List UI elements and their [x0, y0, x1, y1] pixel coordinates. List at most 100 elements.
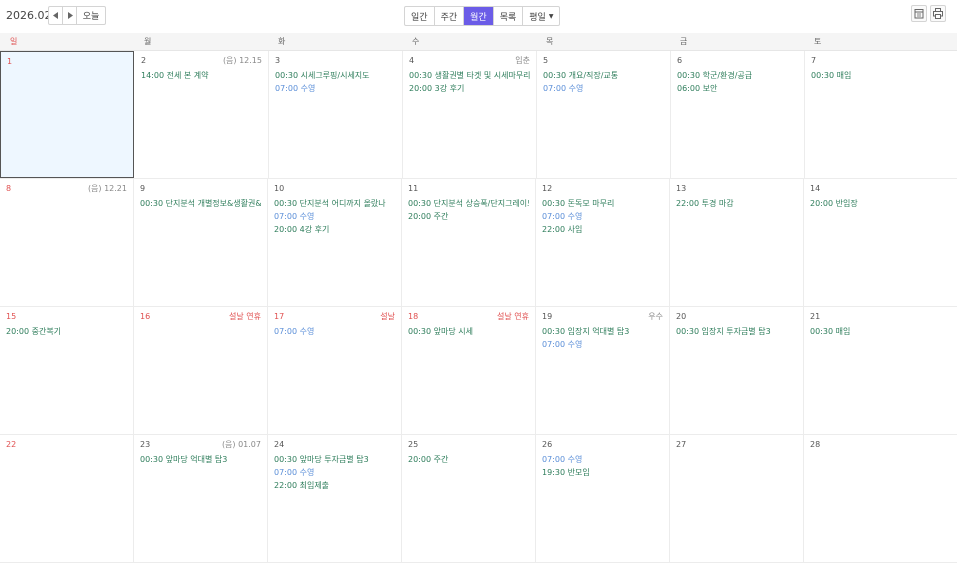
tab-monthly[interactable]: 월간 — [464, 7, 494, 25]
calendar-event[interactable]: 07:00 수영 — [274, 325, 395, 338]
calendar-toolbar: 2026.02 오늘 일간 주간 월간 목록 평일 ▼ — [0, 0, 957, 32]
calendar-event[interactable]: 07:00 수영 — [542, 338, 663, 351]
event-list: 14:00 전세 본 계약 — [141, 69, 262, 82]
calendar-event[interactable]: 06:00 보안 — [677, 82, 798, 95]
day-cell[interactable]: 22 — [0, 435, 134, 562]
day-cell[interactable]: 7 00:30 매임 — [805, 51, 939, 178]
day-header: 20 — [676, 311, 797, 323]
calendar-event[interactable]: 07:00 수영 — [274, 466, 395, 479]
day-cell[interactable]: 8 (음) 12.21 — [0, 179, 134, 306]
calendar-event[interactable]: 00:30 시세그루핑/시세지도 — [275, 69, 396, 82]
day-cell[interactable]: 13 22:00 투경 마감 — [670, 179, 804, 306]
calendar-event[interactable]: 20:00 주간 — [408, 210, 529, 223]
day-cell[interactable]: 20 00:30 임장지 투자금별 탑3 — [670, 307, 804, 434]
calendar-event[interactable]: 20:00 3강 후기 — [409, 82, 530, 95]
calendar-event[interactable]: 00:30 매임 — [811, 69, 933, 82]
calendar-event[interactable]: 00:30 앞마당 투자금별 탑3 — [274, 453, 395, 466]
tab-list[interactable]: 목록 — [494, 7, 524, 25]
calendar-event[interactable]: 20:00 주간 — [408, 453, 529, 466]
day-cell[interactable]: 3 00:30 시세그루핑/시세지도 07:00 수영 — [269, 51, 403, 178]
event-list: 00:30 돈독모 마무리 07:00 수영 22:00 사임 — [542, 197, 663, 236]
calendar-event[interactable]: 07:00 수영 — [542, 210, 663, 223]
calendar-event[interactable]: 07:00 수영 — [542, 453, 663, 466]
day-cell[interactable]: 21 00:30 매임 — [804, 307, 938, 434]
calendar-event[interactable]: 00:30 개요/직장/교통 — [543, 69, 664, 82]
day-cell[interactable]: 2 (음) 12.15 14:00 전세 본 계약 — [135, 51, 269, 178]
day-cell[interactable]: 1 — [0, 51, 134, 178]
event-list: 00:30 단지분석 어디까지 올랐나 07:00 수영 20:00 4강 후기 — [274, 197, 395, 236]
calendar-event[interactable]: 00:30 임장지 투자금별 탑3 — [676, 325, 797, 338]
weekday-thu: 목 — [546, 37, 554, 46]
day-cell[interactable]: 16 설날 연휴 — [134, 307, 268, 434]
calendar-event[interactable]: 22:00 사임 — [542, 223, 663, 236]
day-cell[interactable]: 12 00:30 돈독모 마무리 07:00 수영 22:00 사임 — [536, 179, 670, 306]
day-cell[interactable]: 27 — [670, 435, 804, 562]
calendar-view-button[interactable] — [911, 5, 927, 22]
day-cell[interactable]: 14 20:00 반임장 — [804, 179, 938, 306]
day-number: 19 — [542, 312, 553, 321]
calendar-event[interactable]: 22:00 최임제출 — [274, 479, 395, 492]
caret-left-icon — [52, 12, 58, 19]
day-cell[interactable]: 23 (음) 01.07 00:30 앞마당 억대별 탑3 — [134, 435, 268, 562]
calendar-event[interactable]: 00:30 앞마당 억대별 탑3 — [140, 453, 261, 466]
day-cell[interactable]: 26 07:00 수영 19:30 반모임 — [536, 435, 670, 562]
day-header: 23 (음) 01.07 — [140, 439, 261, 451]
weekday-dropdown[interactable]: 평일 ▼ — [523, 7, 559, 25]
calendar-event[interactable]: 00:30 단지분석 개별정보&생활권&입지 — [140, 197, 261, 210]
calendar-event[interactable]: 00:30 학군/환경/공급 — [677, 69, 798, 82]
day-header: 4 입춘 — [409, 55, 530, 67]
calendar-event[interactable]: 20:00 4강 후기 — [274, 223, 395, 236]
print-button[interactable] — [930, 5, 946, 22]
day-cell[interactable]: 17 설날 07:00 수영 — [268, 307, 402, 434]
day-cell[interactable]: 5 00:30 개요/직장/교통 07:00 수영 — [537, 51, 671, 178]
day-number: 20 — [676, 312, 687, 321]
calendar-event[interactable]: 19:30 반모임 — [542, 466, 663, 479]
day-note: (음) 01.07 — [221, 440, 261, 449]
day-cell[interactable]: 24 00:30 앞마당 투자금별 탑3 07:00 수영 22:00 최임제출 — [268, 435, 402, 562]
tab-daily[interactable]: 일간 — [405, 7, 435, 25]
event-list: 00:30 앞마당 투자금별 탑3 07:00 수영 22:00 최임제출 — [274, 453, 395, 492]
day-cell[interactable]: 6 00:30 학군/환경/공급 06:00 보안 — [671, 51, 805, 178]
day-cell[interactable]: 25 20:00 주간 — [402, 435, 536, 562]
day-number: 2 — [141, 56, 147, 65]
calendar-event[interactable]: 00:30 단지분석 어디까지 올랐나 — [274, 197, 395, 210]
calendar-event[interactable]: 07:00 수영 — [275, 82, 396, 95]
next-month-button[interactable] — [63, 7, 77, 24]
day-number: 22 — [6, 440, 17, 449]
day-number: 24 — [274, 440, 285, 449]
day-header: 18 설날 연휴 — [408, 311, 529, 323]
calendar-event[interactable]: 07:00 수영 — [543, 82, 664, 95]
today-button[interactable]: 오늘 — [77, 7, 105, 24]
day-cell[interactable]: 11 00:30 단지분석 상승폭/단지그레이드 20:00 주간 — [402, 179, 536, 306]
day-number: 18 — [408, 312, 419, 321]
tab-weekly[interactable]: 주간 — [435, 7, 465, 25]
calendar-event[interactable]: 00:30 돈독모 마무리 — [542, 197, 663, 210]
day-cell[interactable]: 18 설날 연휴 00:30 앞마당 시세 — [402, 307, 536, 434]
month-calendar: 일 월 화 수 목 금 토 1 2 (음) 12.15 14:00 전세 본 계약 3 0… — [0, 33, 957, 563]
day-cell[interactable]: 10 00:30 단지분석 어디까지 올랐나 07:00 수영 20:00 4강 후기 — [268, 179, 402, 306]
week-row: 15 20:00 중간복기 16 설날 연휴 17 설날 07:00 수영 18 설날 연휴 00… — [0, 307, 957, 435]
calendar-event[interactable]: 00:30 임장지 억대별 탑3 — [542, 325, 663, 338]
calendar-event[interactable]: 14:00 전세 본 계약 — [141, 69, 262, 82]
calendar-event[interactable]: 20:00 중간복기 — [6, 325, 127, 338]
calendar-event[interactable]: 20:00 반임장 — [810, 197, 932, 210]
calendar-event[interactable]: 22:00 투경 마감 — [676, 197, 797, 210]
day-cell[interactable]: 28 — [804, 435, 938, 562]
day-header: 6 — [677, 55, 798, 67]
day-header: 9 — [140, 183, 261, 195]
calendar-event[interactable]: 00:30 단지분석 상승폭/단지그레이드 — [408, 197, 529, 210]
calendar-event[interactable]: 00:30 앞마당 시세 — [408, 325, 529, 338]
day-cell[interactable]: 9 00:30 단지분석 개별정보&생활권&입지 — [134, 179, 268, 306]
prev-month-button[interactable] — [49, 7, 63, 24]
day-number: 21 — [810, 312, 821, 321]
day-cell[interactable]: 19 우수 00:30 임장지 억대별 탑3 07:00 수영 — [536, 307, 670, 434]
day-cell[interactable]: 15 20:00 중간복기 — [0, 307, 134, 434]
day-cell[interactable]: 4 입춘 00:30 생활권별 타겟 및 시세마무리 20:00 3강 후기 — [403, 51, 537, 178]
day-note: 설날 연휴 — [497, 312, 529, 321]
day-header: 11 — [408, 183, 529, 195]
calendar-event[interactable]: 07:00 수영 — [274, 210, 395, 223]
calendar-event[interactable]: 00:30 생활권별 타겟 및 시세마무리 — [409, 69, 530, 82]
day-header: 25 — [408, 439, 529, 451]
calendar-event[interactable]: 00:30 매임 — [810, 325, 932, 338]
day-header: 22 — [6, 439, 127, 451]
